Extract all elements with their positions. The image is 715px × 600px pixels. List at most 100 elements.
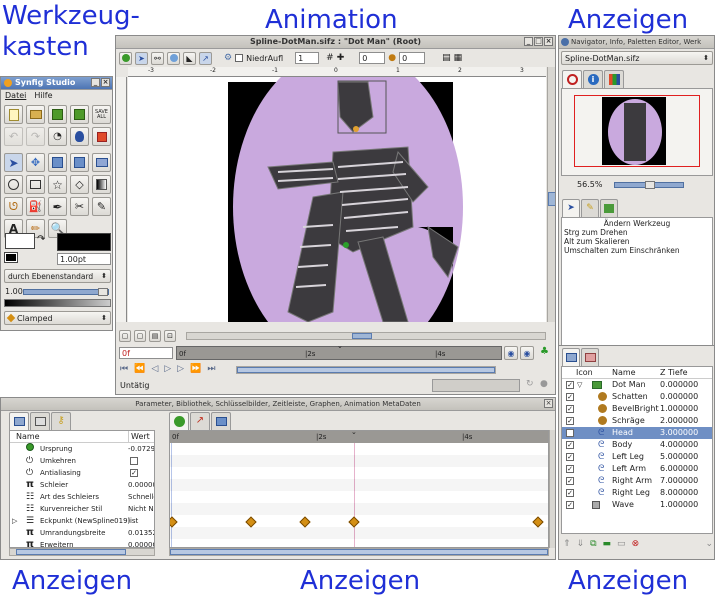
mirror-tool-button[interactable]	[92, 153, 111, 172]
smooth-move-tool-button[interactable]: ✥	[26, 153, 45, 172]
draw-tool-button[interactable]: ✒	[48, 197, 67, 216]
canvas-vscroll-thumb[interactable]	[548, 192, 555, 206]
minimize-icon[interactable]: _	[524, 37, 533, 46]
setup-button[interactable]: ◔	[48, 127, 67, 146]
tab-tool-options[interactable]: ➤	[562, 199, 580, 217]
tab-history[interactable]: ✎	[581, 199, 599, 217]
param-row[interactable]: Ursprung -0.0729	[10, 443, 154, 455]
canvas-hscrollbar[interactable]	[186, 332, 546, 340]
raise-layer-icon[interactable]: ⇑	[563, 539, 571, 549]
tab-graphs[interactable]: ↗	[190, 412, 210, 430]
time-zoom-scrollbar[interactable]	[236, 366, 496, 374]
layer-visible-checkbox[interactable]: ✓	[566, 417, 574, 425]
canvas-hscroll-thumb[interactable]	[352, 333, 372, 339]
layer-visible-checkbox[interactable]: ✓	[566, 465, 574, 473]
eyedropper-tool-button[interactable]: ✎	[92, 197, 111, 216]
next-frame-icon[interactable]: ▷	[177, 364, 184, 374]
handles-button[interactable]: ⚯	[151, 51, 164, 65]
save-as-button[interactable]	[70, 105, 89, 124]
param-value[interactable]: Schnelle	[128, 491, 154, 503]
menu-hilfe[interactable]: Hilfe	[34, 90, 52, 102]
params-vscrollbar[interactable]	[549, 430, 555, 548]
lower-layer-icon[interactable]: ⇓	[577, 539, 585, 549]
rotate-tool-button[interactable]	[70, 153, 89, 172]
circle-tool-button[interactable]	[4, 175, 23, 194]
file-select[interactable]: Spline-DotMan.sifz ⬍	[561, 51, 713, 65]
layer-row[interactable]: ✓ Schatten 0.000000	[562, 391, 712, 403]
param-row[interactable]: π Schleier 0.00000	[10, 479, 154, 491]
animation-mode-button[interactable]: ◉	[504, 346, 518, 360]
param-value[interactable]: 0.01352	[128, 527, 154, 539]
tab-params[interactable]	[9, 412, 29, 430]
seek-end-icon[interactable]: ⏭	[207, 364, 215, 374]
toolbox-titlebar[interactable]: Synfig Studio _ ×	[1, 77, 112, 90]
interpolation-select[interactable]: Clamped ⬍	[4, 311, 111, 325]
param-row[interactable]: ⏻ Umkehren	[10, 455, 154, 467]
tab-timetrack[interactable]	[169, 412, 189, 430]
bline-button[interactable]: ↗	[199, 51, 212, 65]
param-value[interactable]: Nicht N	[128, 503, 154, 515]
onion-future-field[interactable]: 0	[399, 52, 426, 64]
person-icon[interactable]: ♣	[540, 346, 549, 357]
refresh-icon[interactable]: ↻	[526, 379, 534, 389]
amount-slider-handle[interactable]	[98, 288, 108, 296]
tab-canvas-browser[interactable]	[600, 199, 618, 217]
navigator-zoom-slider[interactable]	[614, 181, 684, 189]
redo-button[interactable]: ↷	[26, 127, 45, 146]
keyframe-lock-button[interactable]: ◉	[520, 346, 534, 360]
save-all-button[interactable]: SAVE ALL	[92, 105, 111, 124]
amount-slider[interactable]	[23, 288, 109, 296]
fill-color-swatch[interactable]	[57, 233, 111, 251]
time-zoom-thumb[interactable]	[237, 367, 495, 373]
current-time-field[interactable]: 0f	[119, 347, 173, 359]
delete-layer-icon[interactable]: ⊗	[632, 539, 640, 549]
tab-info[interactable]: i	[583, 70, 603, 88]
play-icon[interactable]: ▷	[164, 364, 171, 374]
param-row[interactable]: ☷ Kurvenreicher Stil Nicht N	[10, 503, 154, 515]
layer-visible-checkbox[interactable]: ✓	[566, 441, 574, 449]
timetrack-hscroll-thumb[interactable]	[170, 549, 548, 555]
select-all-icon[interactable]: ▭	[617, 539, 626, 549]
fill-tool-button[interactable]: ⛽	[26, 197, 45, 216]
layer-row[interactable]: ✓ ᘓ Body 4.000000	[562, 439, 712, 451]
layer-visible-checkbox[interactable]: ✓	[566, 381, 574, 389]
canvas-area[interactable]	[128, 77, 546, 322]
tab-metadata[interactable]	[211, 412, 231, 430]
select-mode-button[interactable]: ➤	[135, 51, 148, 65]
canvas-titlebar[interactable]: Spline-DotMan.sifz : "Dot Man" (Root) _ □…	[116, 36, 555, 49]
timetrack[interactable]: 0f |2s |4s ⌄	[169, 430, 549, 548]
expander-icon[interactable]: ▽	[577, 379, 582, 391]
param-row[interactable]: ⏻ Antialiasing ✓	[10, 467, 154, 479]
layer-row[interactable]: ✓ ▽ Dot Man 0.000000	[562, 379, 712, 391]
low-res-checkbox[interactable]	[235, 54, 244, 62]
layer-visible-checkbox[interactable]: ✓	[566, 501, 574, 509]
preview-button[interactable]	[92, 127, 111, 146]
param-checkbox[interactable]	[130, 457, 138, 465]
tab-layers[interactable]	[562, 348, 580, 366]
time-cursor-icon[interactable]: ⌄	[337, 342, 343, 350]
save-button[interactable]	[48, 105, 67, 124]
toggle-ducks-button[interactable]: ▢	[119, 330, 131, 342]
layer-row[interactable]: ✓ ᘓ Left Arm 6.000000	[562, 463, 712, 475]
param-checkbox[interactable]: ✓	[130, 469, 138, 477]
tab-palette[interactable]	[604, 70, 624, 88]
tab-navigator[interactable]	[562, 70, 582, 88]
outline-color-swatch[interactable]	[5, 233, 35, 249]
onion-past-field[interactable]: 0	[359, 52, 386, 64]
layer-visible-checkbox[interactable]: ✓	[566, 405, 574, 413]
layer-visible-checkbox[interactable]: ✓	[566, 477, 574, 485]
stop-icon[interactable]: ●	[540, 379, 548, 389]
polygon-tool-button[interactable]: ◇	[70, 175, 89, 194]
params-hscroll-thumb[interactable]	[16, 549, 126, 555]
guide-icon[interactable]: ✚	[337, 53, 345, 63]
close-icon[interactable]: ×	[101, 78, 110, 87]
tab-library[interactable]	[30, 412, 50, 430]
preview-icon[interactable]: ▦	[454, 53, 463, 63]
zoom-fit-button[interactable]: ⊡	[164, 330, 176, 342]
close-icon[interactable]: ×	[544, 37, 553, 46]
close-icon[interactable]: ×	[544, 399, 553, 408]
layer-row[interactable]: ✓ ᘓ Left Leg 5.000000	[562, 451, 712, 463]
tab-keyframes[interactable]: ⚷	[51, 412, 71, 430]
transform-tool-button[interactable]: ➤	[4, 153, 23, 172]
next-keyframe-icon[interactable]: ⏩	[190, 364, 201, 374]
